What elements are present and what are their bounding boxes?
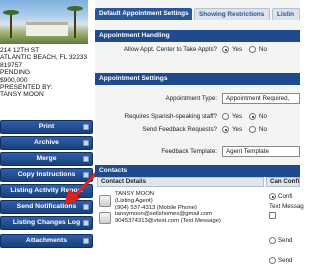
text-message-checkbox[interactable] — [269, 212, 276, 219]
feedback-requests-label: Send Feedback Requests? — [142, 126, 217, 133]
allow-yes-radio[interactable] — [222, 46, 229, 53]
contact-email: tansymoon@sellshomes@gmail.com — [115, 211, 213, 218]
tab-showing-restrictions[interactable]: Showing Restrictions — [194, 8, 270, 20]
mls-number: 819757 — [0, 61, 23, 69]
palm-frond — [3, 10, 19, 15]
can-confirm-column: Can Confi — [266, 177, 300, 187]
listing-changes-log-label: Listing Changes Log — [12, 219, 81, 226]
confirm-radio[interactable] — [269, 193, 276, 200]
spanish-staff-label: Requires Spanish-speaking staff? — [124, 113, 217, 120]
merge-button[interactable]: Merge — [0, 152, 93, 166]
listing-changes-log-button[interactable]: Listing Changes Log — [0, 216, 93, 230]
section-title: Contacts — [99, 167, 128, 174]
lock-icon — [83, 156, 89, 162]
print-button[interactable]: Print — [0, 120, 93, 134]
contact-details-column: Contact Details — [97, 177, 264, 187]
appointment-type-label: Appointment Type: — [165, 95, 217, 102]
allow-no-radio[interactable] — [249, 46, 256, 53]
contact-phone: (904) 537-4313 (Mobile Phone) — [115, 204, 197, 211]
spanish-no-radio[interactable] — [249, 113, 256, 120]
spanish-yes-radio[interactable] — [222, 113, 229, 120]
agent-name: TANSY MOON — [0, 91, 44, 99]
listing-status: PENDING — [0, 69, 31, 77]
attachments-button[interactable]: Attachments — [0, 234, 93, 248]
print-button-label: Print — [38, 123, 55, 130]
lock-icon — [83, 220, 89, 226]
lock-icon — [83, 238, 89, 244]
tab-listing[interactable]: Listin — [272, 8, 300, 20]
no-label: No — [259, 46, 267, 53]
tab-label: Default Appointment Settings — [99, 10, 189, 17]
allow-appt-label: Allow Appt. Center to Take Appts? — [123, 46, 217, 53]
merge-button-label: Merge — [36, 155, 57, 162]
no-label: No — [259, 113, 267, 120]
send-radio-1[interactable] — [269, 237, 276, 244]
address-line-1: 214 12TH ST — [0, 47, 40, 54]
listing-price: $900,000 — [0, 76, 28, 84]
palm-trunk — [10, 12, 12, 38]
yes-label: Yes — [232, 46, 243, 53]
section-title: Appointment Settings — [99, 75, 168, 82]
feedback-template-label: Feedback Template: — [161, 148, 217, 155]
tab-label: Showing Restrictions — [199, 11, 265, 18]
send-label-1: Send — [278, 237, 293, 244]
no-label: No — [259, 126, 267, 133]
contacts-header: Contacts — [95, 165, 300, 177]
contact-details: TANSY MOON (Listing Agent) (904) 537-431… — [115, 191, 221, 225]
feedback-no-radio[interactable] — [249, 126, 256, 133]
text-message-label: Text Messag — [269, 203, 304, 210]
presented-by-label: PRESENTED BY: — [0, 84, 53, 92]
archive-button-label: Archive — [34, 139, 59, 146]
appointment-type-value: Appointment Required, — [226, 95, 290, 102]
edit-icon[interactable] — [99, 195, 111, 207]
listing-info: 214 12TH ST ATLANTIC BEACH, FL 32233 819… — [0, 47, 95, 99]
attachments-label: Attachments — [25, 237, 68, 244]
tab-label: Listin — [277, 11, 295, 18]
appointment-handling-header: Appointment Handling — [95, 30, 300, 42]
contact-name: TANSY MOON — [115, 191, 155, 197]
yes-label: Yes — [232, 113, 243, 120]
listing-sidebar: 214 12TH ST ATLANTIC BEACH, FL 32233 819… — [0, 0, 95, 279]
house-shape — [26, 22, 68, 36]
send-radio-2[interactable] — [269, 257, 276, 264]
tab-bar: Default Appointment Settings Showing Res… — [95, 8, 300, 20]
section-title: Appointment Handling — [99, 32, 170, 39]
palm-frond — [67, 6, 83, 11]
appointment-settings-header: Appointment Settings — [95, 73, 300, 85]
contacts-table: Contact Details Can Confi TANSY MOON (Li… — [95, 177, 304, 279]
listing-photo — [0, 0, 88, 44]
archive-button[interactable]: Archive — [0, 136, 93, 150]
palm-trunk — [74, 8, 76, 38]
lock-icon — [83, 140, 89, 146]
send-label-2: Send — [278, 257, 293, 264]
feedback-yes-radio[interactable] — [222, 126, 229, 133]
contact-role: (Listing Agent) — [115, 197, 153, 204]
yes-label: Yes — [232, 126, 243, 133]
feedback-template-select[interactable]: Agent Template — [222, 146, 300, 157]
address-line-2: ATLANTIC BEACH, FL 32233 — [0, 54, 88, 62]
confirm-label: Confi — [278, 193, 293, 200]
contact-text-message: 9045374313@vtext.com (Text Message) — [115, 218, 221, 225]
tab-default-appointment-settings[interactable]: Default Appointment Settings — [95, 8, 192, 20]
feedback-template-value: Agent Template — [226, 148, 269, 155]
appointment-type-select[interactable]: Appointment Required, — [222, 93, 300, 104]
lock-icon — [83, 124, 89, 130]
delete-icon[interactable] — [99, 212, 111, 224]
settings-panel: Default Appointment Settings Showing Res… — [95, 0, 304, 279]
